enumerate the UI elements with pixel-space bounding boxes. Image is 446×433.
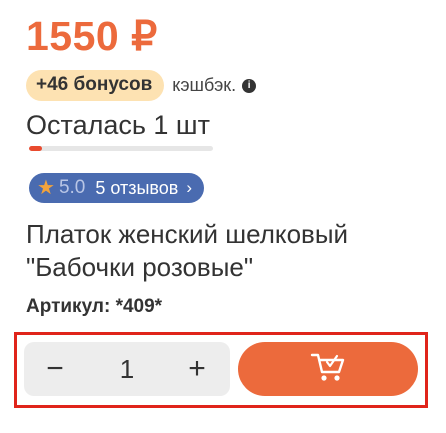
- stock-bar-fill: [29, 146, 42, 151]
- stock-bar: [29, 146, 213, 151]
- quantity-value[interactable]: 1: [102, 342, 152, 396]
- chevron-right-icon: ›: [186, 178, 193, 197]
- reviews-button[interactable]: ★ 5.0 5 отзывов ›: [29, 173, 205, 203]
- rating-value: 5.0: [58, 177, 86, 198]
- star-icon: ★: [37, 177, 55, 199]
- reviews-label: 5 отзывов: [95, 177, 179, 198]
- stock-text: Осталась 1 шт: [26, 110, 210, 140]
- cashback-label: кэшбэк.: [172, 75, 237, 95]
- cart-icon: [309, 350, 347, 389]
- info-icon[interactable]: i: [242, 78, 257, 93]
- product-price: 1550 ₽: [26, 13, 158, 59]
- quantity-stepper: − 1 +: [24, 342, 230, 396]
- add-to-cart-button[interactable]: [238, 342, 418, 396]
- product-sku: Артикул: *409*: [26, 296, 163, 317]
- decrease-quantity-button[interactable]: −: [30, 342, 80, 396]
- increase-quantity-button[interactable]: +: [170, 342, 224, 396]
- bonus-badge: +46 бонусов: [26, 70, 165, 101]
- product-title: Платок женский шелковый "Бабочки розовые…: [26, 219, 349, 282]
- bonus-row: +46 бонусов кэшбэк. i: [26, 70, 257, 101]
